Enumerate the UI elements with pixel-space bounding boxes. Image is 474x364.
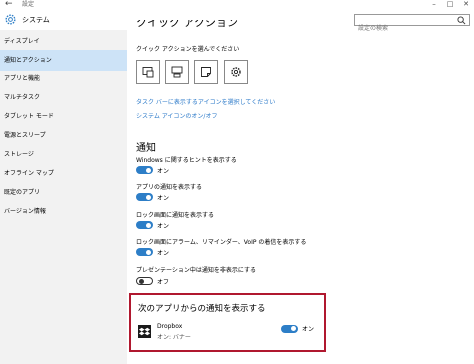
- app-subtitle-dropbox: オン: バナー: [157, 334, 191, 341]
- setting-lock-screen-state: オン: [157, 222, 170, 230]
- quick-actions-description: クイック アクションを選んでください: [136, 46, 240, 53]
- settings-icon: [231, 67, 241, 77]
- system-icons-link[interactable]: システム アイコンのオン/オフ: [136, 111, 217, 120]
- note-icon: [201, 67, 211, 77]
- quick-actions-title: クイック アクション: [136, 20, 238, 29]
- toggle-knob: [146, 194, 151, 200]
- title-bar: ← 設定 – □ ✕: [0, 0, 474, 10]
- setting-alarms-state: オン: [157, 249, 170, 257]
- window-controls: – □ ✕: [430, 0, 470, 8]
- toggle-knob: [146, 249, 151, 255]
- setting-lock-screen-label: ロック画面に通知を表示する: [136, 212, 215, 219]
- system-gear-icon: [5, 14, 16, 25]
- back-arrow-icon[interactable]: ←: [5, 0, 13, 9]
- connect-icon: [171, 66, 183, 78]
- setting-presentation-toggle-row[interactable]: オフ: [136, 276, 169, 286]
- sidebar-item-default-apps[interactable]: 既定のアプリ: [0, 182, 127, 203]
- quick-action-tile-connect[interactable]: [165, 60, 189, 84]
- app-notifications-section: 次のアプリからの通知を表示する Dropbox オン: バナー オン: [129, 293, 326, 352]
- setting-lock-screen-toggle[interactable]: [136, 221, 153, 229]
- toggle-knob: [139, 279, 144, 284]
- setting-tips-toggle[interactable]: [136, 166, 153, 174]
- sidebar-item-tablet-mode[interactable]: タブレット モード: [0, 106, 127, 127]
- tablet-mode-icon: [142, 67, 154, 78]
- sidebar-item-about[interactable]: バージョン情報: [0, 201, 127, 222]
- minimize-icon[interactable]: –: [430, 0, 438, 8]
- setting-lock-screen-toggle-row[interactable]: オン: [136, 220, 169, 230]
- sidebar: ディスプレイ 通知とアクション アプリと機能 マルチタスク タブレット モード …: [0, 30, 127, 364]
- setting-tips-toggle-row[interactable]: オン: [136, 165, 169, 175]
- setting-app-notifications-state: オン: [157, 194, 170, 202]
- close-icon[interactable]: ✕: [462, 0, 470, 8]
- sidebar-item-multitask[interactable]: マルチタスク: [0, 87, 127, 108]
- dropbox-icon[interactable]: [138, 325, 151, 338]
- setting-tips-label: Windows に関するヒントを表示する: [136, 157, 237, 164]
- quick-action-tile-settings[interactable]: [224, 60, 248, 84]
- toggle-knob: [146, 167, 151, 173]
- window-title: 設定: [22, 1, 35, 8]
- app-dropbox-toggle-row[interactable]: オン: [281, 324, 314, 333]
- setting-alarms-toggle[interactable]: [136, 248, 153, 256]
- sidebar-item-display[interactable]: ディスプレイ: [0, 31, 127, 52]
- setting-presentation-state: オフ: [157, 278, 170, 286]
- setting-presentation-label: プレゼンテーション中は通知を非表示にする: [136, 267, 256, 274]
- setting-alarms-toggle-row[interactable]: オン: [136, 247, 169, 257]
- setting-app-notifications-toggle-row[interactable]: オン: [136, 192, 169, 202]
- setting-app-notifications-toggle[interactable]: [136, 193, 153, 201]
- quick-action-tile-note[interactable]: [194, 60, 218, 84]
- taskbar-icons-link[interactable]: タスク バーに表示するアイコンを選択してください: [136, 97, 275, 106]
- quick-action-tile-tablet[interactable]: [136, 60, 160, 84]
- toggle-knob: [146, 222, 151, 228]
- sidebar-item-apps[interactable]: アプリと機能: [0, 68, 127, 89]
- app-dropbox-state: オン: [302, 326, 315, 333]
- app-name-dropbox[interactable]: Dropbox: [157, 323, 182, 330]
- notifications-title: 通知: [136, 143, 156, 154]
- page-title: システム: [22, 16, 50, 24]
- setting-alarms-label: ロック画面にアラーム、リマインダー、VoIP の着信を表示する: [136, 239, 307, 246]
- app-dropbox-toggle[interactable]: [281, 324, 298, 333]
- setting-tips-state: オン: [157, 167, 170, 175]
- sidebar-item-offline-maps[interactable]: オフライン マップ: [0, 163, 127, 184]
- setting-presentation-toggle[interactable]: [136, 277, 153, 285]
- sidebar-item-power[interactable]: 電源とスリープ: [0, 125, 127, 146]
- app-notifications-title: 次のアプリからの通知を表示する: [138, 304, 266, 314]
- maximize-icon[interactable]: □: [446, 0, 454, 8]
- toggle-knob: [291, 326, 296, 331]
- sidebar-item-storage[interactable]: ストレージ: [0, 144, 127, 165]
- setting-app-notifications-label: アプリの通知を表示する: [136, 184, 203, 191]
